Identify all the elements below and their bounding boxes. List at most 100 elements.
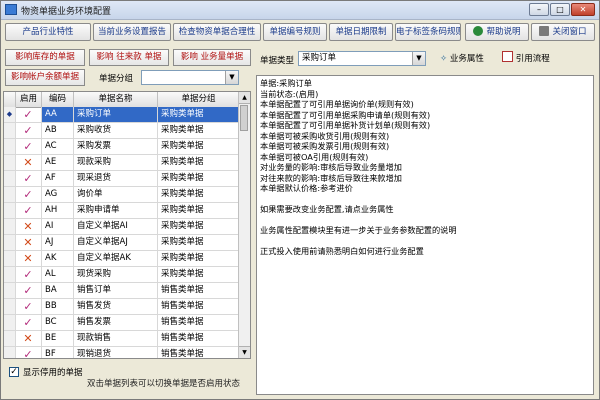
vertical-scrollbar[interactable]: ▲ ▼ bbox=[238, 92, 250, 358]
help-button[interactable]: 帮助说明 bbox=[465, 23, 529, 41]
chevron-down-icon[interactable]: ▼ bbox=[412, 52, 425, 65]
account-docs-button[interactable]: 影响帐户余额单据 bbox=[5, 69, 85, 86]
table-row[interactable]: ✓ AH 采购申请单 采购类单据 bbox=[4, 203, 240, 219]
date-limit-button[interactable]: 单据日期限制 bbox=[329, 23, 393, 41]
check-validity-button[interactable]: 检查物资单据合理性 bbox=[173, 23, 261, 41]
enabled-cell[interactable]: ✕ bbox=[16, 251, 42, 266]
detail-line: 本单据可被OA引用(规则有效) bbox=[260, 151, 369, 162]
detail-text: 单据:采购订单 当前状态:(启用) 本单据配置了可引用单据询价单(规则有效) 本… bbox=[256, 75, 594, 395]
table-row[interactable]: ✕ BE 现款销售 销售类单据 bbox=[4, 331, 240, 347]
enabled-cell[interactable]: ✓ bbox=[16, 187, 42, 202]
double-click-hint: 双击单据列表可以切换单据是否启用状态 bbox=[87, 379, 241, 389]
name-cell: 现货采购 bbox=[74, 267, 158, 282]
group-cell: 采购类单据 bbox=[158, 139, 240, 154]
column-code[interactable]: 编码 bbox=[42, 92, 74, 107]
code-cell: AF bbox=[42, 171, 74, 186]
enabled-cell[interactable]: ✕ bbox=[16, 235, 42, 250]
code-cell: BF bbox=[42, 347, 74, 358]
close-dialog-label: 关闭窗口 bbox=[552, 27, 587, 37]
scroll-thumb[interactable] bbox=[240, 105, 248, 131]
name-cell: 现款销售 bbox=[74, 331, 158, 346]
enabled-cell[interactable]: ✓ bbox=[16, 139, 42, 154]
close-window-button[interactable]: ✕ bbox=[571, 3, 595, 16]
business-docs-button[interactable]: 影响 业务量单据 bbox=[173, 49, 251, 66]
column-name[interactable]: 单据名称 bbox=[74, 92, 158, 107]
industry-feature-button[interactable]: 产品行业特性 bbox=[5, 23, 91, 41]
table-row[interactable]: ✓ AG 询价单 采购类单据 bbox=[4, 187, 240, 203]
chevron-down-icon[interactable]: ▼ bbox=[225, 71, 238, 84]
group-cell: 销售类单据 bbox=[158, 299, 240, 314]
code-cell: AA bbox=[42, 107, 74, 122]
enabled-cell[interactable]: ✓ bbox=[16, 283, 42, 298]
enabled-cell[interactable]: ✕ bbox=[16, 219, 42, 234]
group-filter-select[interactable]: ▼ bbox=[141, 70, 239, 85]
enabled-cell[interactable]: ✓ bbox=[16, 203, 42, 218]
enabled-cell[interactable]: ✓ bbox=[16, 107, 42, 122]
reference-flow-button[interactable]: 引用流程 bbox=[502, 51, 550, 67]
barcode-rule-button[interactable]: 电子标签条码规则 bbox=[395, 23, 461, 41]
enabled-cell[interactable]: ✕ bbox=[16, 331, 42, 346]
enabled-cell[interactable]: ✓ bbox=[16, 315, 42, 330]
check-icon: ✓ bbox=[23, 108, 33, 121]
check-icon: ✓ bbox=[23, 172, 33, 185]
code-cell: AI bbox=[42, 219, 74, 234]
business-attr-button[interactable]: ✧ 业务属性 bbox=[440, 51, 484, 67]
table-row[interactable]: ✕ AK 自定义单据AK 采购类单据 bbox=[4, 251, 240, 267]
doc-type-select[interactable]: 采购订单 ▼ bbox=[298, 51, 426, 66]
scroll-up-icon[interactable]: ▲ bbox=[239, 92, 250, 104]
enabled-cell[interactable]: ✓ bbox=[16, 299, 42, 314]
number-rule-button[interactable]: 单据编号规则 bbox=[263, 23, 327, 41]
enabled-cell[interactable]: ✓ bbox=[16, 171, 42, 186]
document-table: 启用 编码 单据名称 单据分组 ◆ ✓ AA 采购订单 采购类单据 ✓ AB 采购收货 采购类单… bbox=[3, 91, 251, 359]
table-row[interactable]: ✓ AB 采购收货 采购类单据 bbox=[4, 123, 240, 139]
inventory-docs-button[interactable]: 影响库存的单据 bbox=[5, 49, 85, 66]
name-cell: 采购收货 bbox=[74, 123, 158, 138]
table-row[interactable]: ✓ BA 销售订单 销售类单据 bbox=[4, 283, 240, 299]
check-validity-label: 检查物资单据合理性 bbox=[178, 27, 256, 37]
minimize-button[interactable]: – bbox=[529, 3, 549, 16]
business-report-button[interactable]: 当前业务设置报告 bbox=[93, 23, 171, 41]
group-cell: 采购类单据 bbox=[158, 251, 240, 266]
name-cell: 采购订单 bbox=[74, 107, 158, 122]
group-cell: 采购类单据 bbox=[158, 235, 240, 250]
show-disabled-checkbox[interactable]: ✓ bbox=[9, 367, 19, 377]
group-cell: 采购类单据 bbox=[158, 267, 240, 282]
code-cell: AH bbox=[42, 203, 74, 218]
enabled-cell[interactable]: ✓ bbox=[16, 123, 42, 138]
table-row[interactable]: ◆ ✓ AA 采购订单 采购类单据 bbox=[4, 107, 240, 123]
enabled-cell[interactable]: ✓ bbox=[16, 267, 42, 282]
table-row[interactable]: ✓ AC 采购发票 采购类单据 bbox=[4, 139, 240, 155]
enabled-cell[interactable]: ✕ bbox=[16, 155, 42, 170]
column-group[interactable]: 单据分组 bbox=[158, 92, 240, 107]
table-row[interactable]: ✓ AF 现采退货 采购类单据 bbox=[4, 171, 240, 187]
check-icon: ✓ bbox=[23, 284, 33, 297]
receivable-docs-button[interactable]: 影响 往来款 单据 bbox=[89, 49, 169, 66]
title-bar: 物资单据业务环境配置 – □ ✕ bbox=[1, 1, 599, 20]
scroll-down-icon[interactable]: ▼ bbox=[239, 346, 250, 358]
table-header: 启用 编码 单据名称 单据分组 bbox=[4, 92, 240, 108]
name-cell: 采购申请单 bbox=[74, 203, 158, 218]
row-indicator bbox=[4, 155, 16, 170]
column-enabled[interactable]: 启用 bbox=[16, 92, 42, 107]
table-row[interactable]: ✓ BC 销售发票 销售类单据 bbox=[4, 315, 240, 331]
maximize-button[interactable]: □ bbox=[550, 3, 570, 16]
table-row[interactable]: ✕ AE 现款采购 采购类单据 bbox=[4, 155, 240, 171]
name-cell: 销售发票 bbox=[74, 315, 158, 330]
check-icon: ✓ bbox=[23, 204, 33, 217]
table-row[interactable]: ✕ AJ 自定义单据AJ 采购类单据 bbox=[4, 235, 240, 251]
table-row[interactable]: ✕ AI 自定义单据AI 采购类单据 bbox=[4, 219, 240, 235]
group-cell: 销售类单据 bbox=[158, 347, 240, 358]
detail-line: 对往来款的影响:审核后导致往来款增加 bbox=[260, 172, 402, 183]
table-row[interactable]: ✓ BB 销售发货 销售类单据 bbox=[4, 299, 240, 315]
header-indicator bbox=[4, 92, 16, 107]
close-dialog-button[interactable]: 关闭窗口 bbox=[531, 23, 595, 41]
detail-toolbar: 单据类型 采购订单 ▼ ✧ 业务属性 引用流程 bbox=[254, 45, 598, 71]
table-row[interactable]: ✓ AL 现货采购 采购类单据 bbox=[4, 267, 240, 283]
show-disabled-label: 显示停用的单据 bbox=[23, 368, 83, 378]
group-cell: 采购类单据 bbox=[158, 123, 240, 138]
enabled-cell[interactable]: ✓ bbox=[16, 347, 42, 358]
table-row[interactable]: ✓ BF 现销退货 销售类单据 bbox=[4, 347, 240, 358]
group-cell: 销售类单据 bbox=[158, 331, 240, 346]
name-cell: 现款采购 bbox=[74, 155, 158, 170]
